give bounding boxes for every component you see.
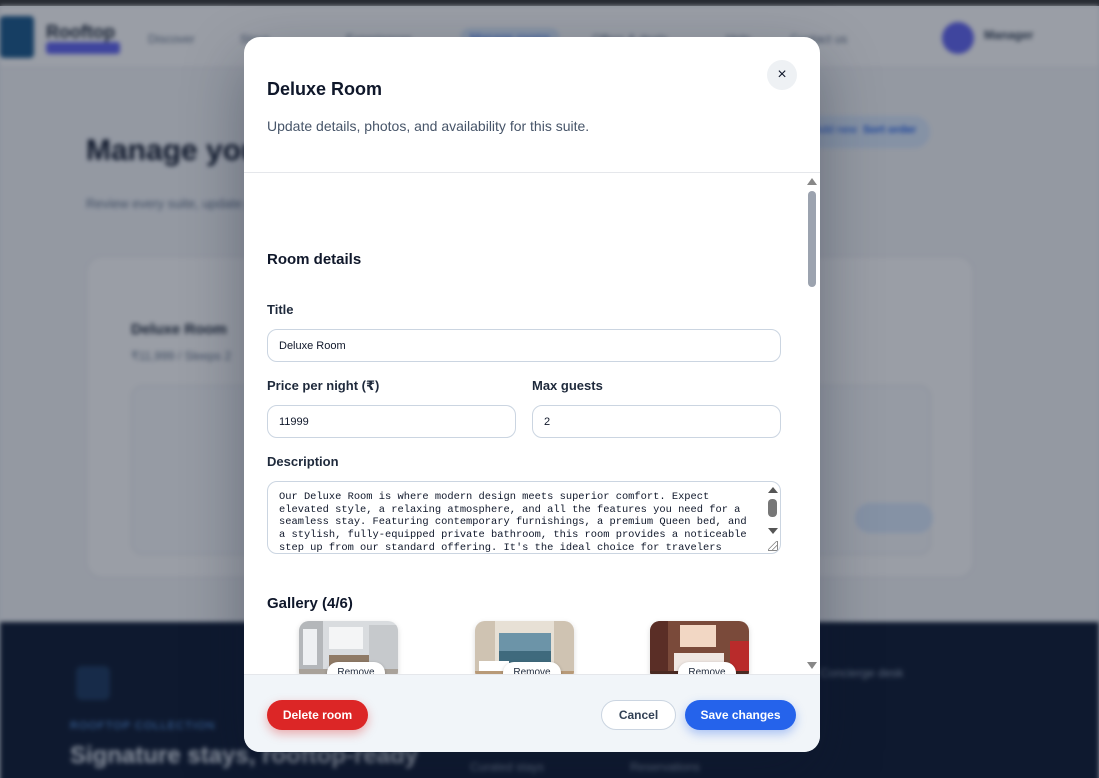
description-textarea[interactable]: Our Deluxe Room is where modern design m…	[267, 481, 781, 554]
scroll-thumb[interactable]	[808, 191, 816, 287]
close-icon: ×	[777, 66, 787, 83]
delete-room-button[interactable]: Delete room	[267, 700, 368, 730]
description-label: Description	[267, 454, 339, 469]
gallery-photo-2: Remove	[475, 621, 574, 674]
max-guests-label: Max guests	[532, 378, 603, 393]
description-text: Our Deluxe Room is where modern design m…	[279, 491, 747, 554]
gallery-photo-3: Remove	[650, 621, 749, 674]
resize-handle-icon[interactable]	[768, 541, 778, 551]
modal-subtitle: Update details, photos, and availability…	[267, 118, 590, 134]
close-button[interactable]: ×	[767, 60, 797, 90]
title-input[interactable]	[267, 329, 781, 362]
title-label: Title	[267, 302, 294, 317]
scroll-up-icon[interactable]	[768, 487, 778, 493]
scroll-thumb[interactable]	[768, 499, 777, 517]
modal-body[interactable]: Room details Title Price per night (₹) M…	[244, 174, 820, 674]
remove-photo-button[interactable]: Remove	[327, 662, 385, 674]
edit-room-modal: Deluxe Room Update details, photos, and …	[244, 37, 820, 752]
price-input[interactable]	[267, 405, 516, 438]
modal-title: Deluxe Room	[267, 79, 383, 99]
remove-photo-button[interactable]: Remove	[678, 662, 736, 674]
cancel-button[interactable]: Cancel	[601, 700, 676, 730]
max-guests-input[interactable]	[532, 405, 781, 438]
modal-header: Deluxe Room Update details, photos, and …	[244, 37, 820, 173]
scroll-up-icon[interactable]	[807, 178, 817, 185]
gallery-photo-1: Remove	[299, 621, 398, 674]
remove-photo-button[interactable]: Remove	[503, 662, 561, 674]
scroll-down-icon[interactable]	[807, 662, 817, 669]
gallery-heading: Gallery (4/6)	[267, 595, 353, 612]
price-label: Price per night (₹)	[267, 378, 380, 393]
room-details-heading: Room details	[267, 251, 362, 268]
save-changes-button[interactable]: Save changes	[685, 700, 796, 730]
modal-footer: Delete room Cancel Save changes	[244, 674, 820, 752]
scroll-down-icon[interactable]	[768, 528, 778, 534]
modal-scrollbar[interactable]	[805, 174, 820, 674]
